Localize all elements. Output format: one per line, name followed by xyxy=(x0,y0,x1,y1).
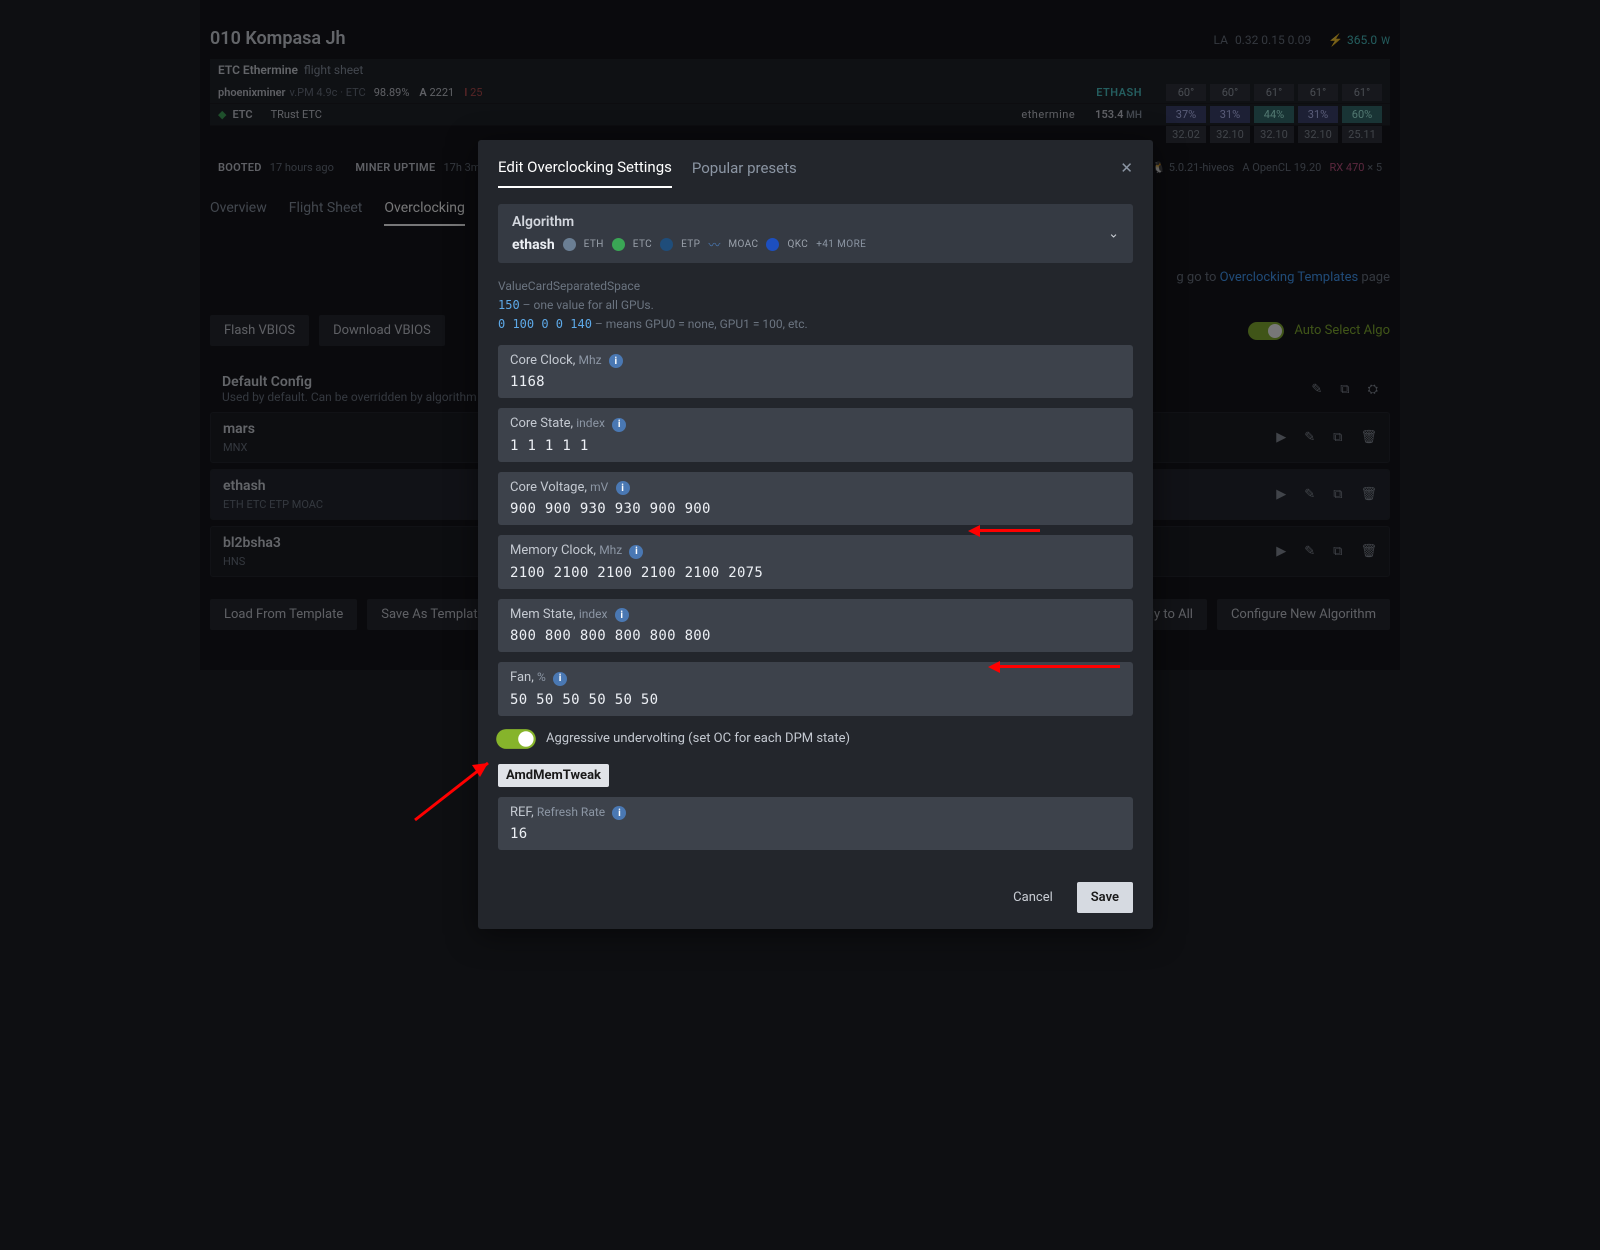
chevron-down-icon: ⌄ xyxy=(1108,226,1119,241)
memory-clock-field[interactable]: Memory Clock, Mhz i 2100 2100 2100 2100 … xyxy=(498,535,1133,589)
core-voltage-field[interactable]: Core Voltage, mV i 900 900 930 930 900 9… xyxy=(498,472,1133,526)
info-icon[interactable]: i xyxy=(615,608,629,622)
info-icon[interactable]: i xyxy=(629,545,643,559)
cancel-button[interactable]: Cancel xyxy=(999,882,1067,913)
info-icon[interactable]: i xyxy=(609,354,623,368)
aggressive-uv-toggle[interactable] xyxy=(496,729,536,749)
info-icon[interactable]: i xyxy=(553,672,567,686)
mem-state-field[interactable]: Mem State, index i 800 800 800 800 800 8… xyxy=(498,599,1133,653)
core-clock-field[interactable]: Core Clock, Mhz i 1168 xyxy=(498,345,1133,399)
close-icon[interactable]: ✕ xyxy=(1120,159,1133,187)
core-state-field[interactable]: Core State, index i 1 1 1 1 1 xyxy=(498,408,1133,462)
save-button[interactable]: Save xyxy=(1077,882,1133,913)
amdmemtweak-label: AmdMemTweak xyxy=(498,764,609,787)
info-icon[interactable]: i xyxy=(612,418,626,432)
algorithm-select[interactable]: Algorithm ethash ETH ETC ETP 〰MOAC QKC +… xyxy=(498,204,1133,263)
value-hint: ValueCardSeparatedSpace 150 – one value … xyxy=(498,277,1133,335)
modal-tab-edit[interactable]: Edit Overclocking Settings xyxy=(498,158,672,188)
modal-tab-presets[interactable]: Popular presets xyxy=(692,159,797,187)
info-icon[interactable]: i xyxy=(612,806,626,820)
overclocking-modal: Edit Overclocking Settings Popular prese… xyxy=(478,140,1153,929)
aggressive-uv-label: Aggressive undervolting (set OC for each… xyxy=(546,731,850,746)
info-icon[interactable]: i xyxy=(616,481,630,495)
ref-field[interactable]: REF, Refresh Rate i 16 xyxy=(498,797,1133,851)
fan-field[interactable]: Fan, % i 50 50 50 50 50 50 xyxy=(498,662,1133,716)
